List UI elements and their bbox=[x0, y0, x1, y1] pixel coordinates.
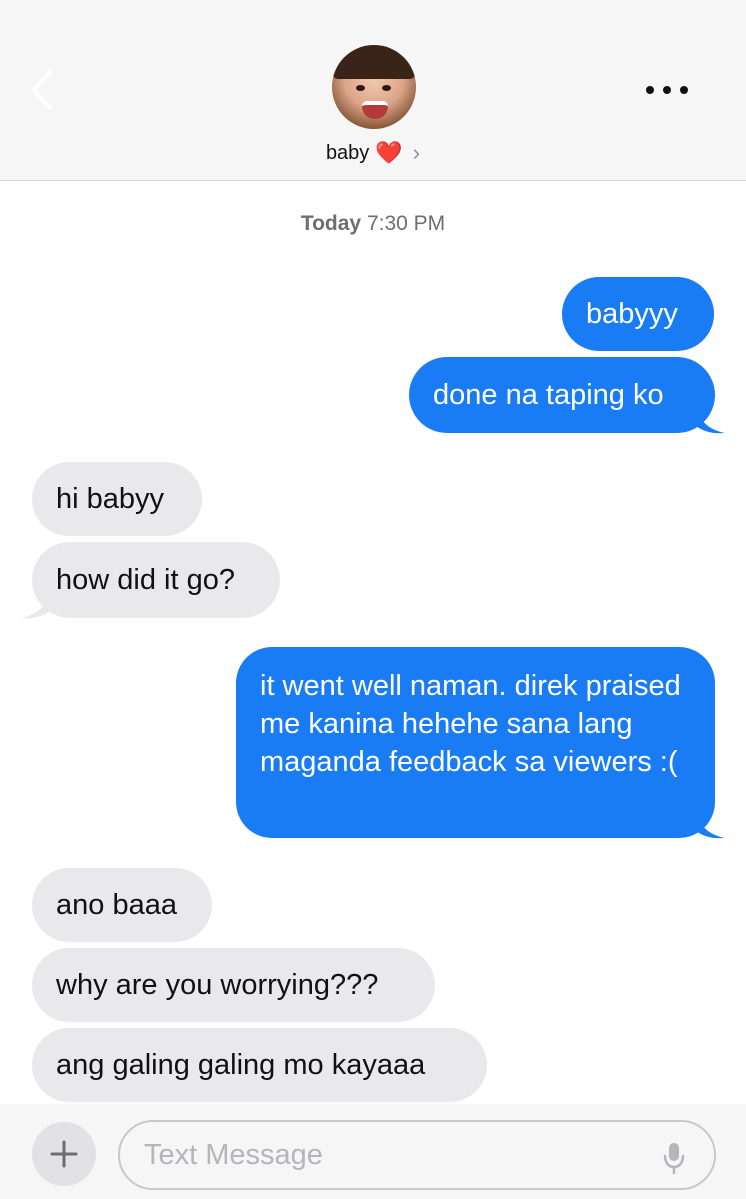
message-text: why are you worrying??? bbox=[56, 969, 379, 1001]
back-button[interactable] bbox=[26, 66, 60, 114]
received-message[interactable]: ang galing galing mo kayaaa bbox=[32, 1028, 487, 1102]
timestamp-time: 7:30 PM bbox=[366, 212, 446, 235]
avatar-eye-right bbox=[382, 85, 391, 91]
sent-bubble-tail bbox=[696, 813, 725, 839]
conversation-header: baby ❤️ › bbox=[0, 0, 746, 181]
add-attachment-button[interactable] bbox=[32, 1122, 96, 1186]
sent-message[interactable]: babyyy bbox=[562, 277, 714, 351]
text-message-input[interactable] bbox=[118, 1120, 716, 1190]
received-bubble-tail bbox=[21, 593, 50, 619]
more-button[interactable] bbox=[646, 80, 688, 100]
message-timestamp: Today 7:30 PM bbox=[0, 212, 746, 236]
received-message[interactable]: how did it go? bbox=[32, 542, 280, 618]
chevron-right-icon: › bbox=[412, 140, 421, 165]
heart-emoji: ❤️ bbox=[375, 140, 403, 165]
avatar-hair bbox=[332, 45, 416, 79]
message-text: hi babyy bbox=[56, 483, 165, 515]
contact-name-button[interactable]: baby ❤️ › bbox=[300, 138, 446, 168]
sent-message[interactable]: done na taping ko bbox=[409, 357, 715, 433]
avatar-mouth bbox=[362, 101, 388, 119]
message-text: done na taping ko bbox=[433, 379, 664, 411]
message-text: ano baaa bbox=[56, 889, 177, 921]
microphone-icon bbox=[663, 1143, 685, 1175]
received-message[interactable]: hi babyy bbox=[32, 462, 202, 536]
received-message[interactable]: why are you worrying??? bbox=[32, 948, 435, 1022]
message-text: ang galing galing mo kayaaa bbox=[56, 1049, 426, 1081]
message-composer bbox=[0, 1104, 746, 1199]
avatar-eye-left bbox=[356, 85, 365, 91]
message-text: it went well naman. direk praised me kan… bbox=[260, 670, 681, 778]
message-text: babyyy bbox=[586, 298, 678, 330]
dictation-button[interactable] bbox=[662, 1142, 686, 1175]
timestamp-day: Today bbox=[300, 212, 362, 235]
plus-icon bbox=[50, 1140, 78, 1168]
sent-message[interactable]: it went well naman. direk praised me kan… bbox=[236, 647, 715, 838]
sent-bubble-tail bbox=[696, 408, 725, 434]
message-text: how did it go? bbox=[56, 564, 235, 596]
chevron-left-icon bbox=[32, 70, 52, 110]
contact-name-label: baby bbox=[325, 141, 370, 164]
received-message[interactable]: ano baaa bbox=[32, 868, 212, 942]
more-dots-icon bbox=[646, 86, 654, 94]
avatar[interactable] bbox=[332, 45, 416, 129]
